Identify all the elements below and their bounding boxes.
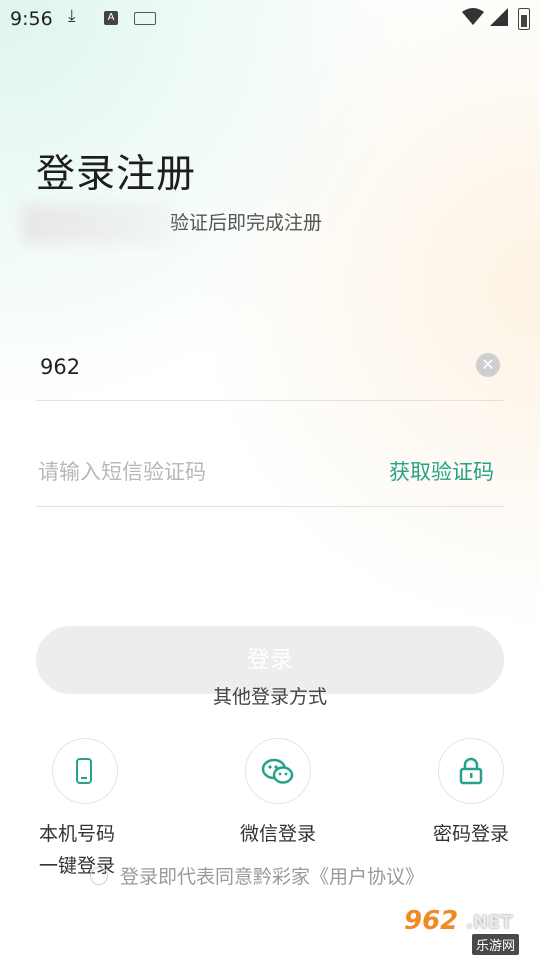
status-bar: 9:56 ⤓ A <box>0 0 540 36</box>
page-title: 登录注册 <box>36 152 197 197</box>
page-subtitle: 验证后即完成注册 <box>170 212 323 234</box>
download-icon: ⤓ <box>68 6 76 26</box>
battery-charging-icon <box>518 8 530 30</box>
status-time: 9:56 <box>10 8 53 30</box>
get-code-button[interactable]: 获取验证码 <box>389 456 494 486</box>
clear-icon[interactable]: ✕ <box>476 353 500 377</box>
text-a-icon: A <box>104 11 118 25</box>
wechat-login-button[interactable] <box>245 738 311 804</box>
phone-field-row: ✕ <box>36 334 504 401</box>
signal-icon <box>490 8 508 30</box>
agreement-text[interactable]: 登录即代表同意黔彩家《用户协议》 <box>120 866 424 888</box>
lock-icon <box>459 757 483 789</box>
wifi-icon <box>462 8 484 30</box>
method-label: 密码登录 <box>432 823 509 845</box>
password-login-button[interactable] <box>438 738 504 804</box>
watermark-logo: 962 .NET 乐游网 <box>404 904 532 956</box>
agreement-row: 登录即代表同意黔彩家《用户协议》 <box>90 862 424 889</box>
wechat-icon <box>261 757 295 791</box>
method-label: 微信登录 <box>239 823 316 845</box>
one-tap-login-button[interactable] <box>52 738 118 804</box>
phone-input[interactable] <box>40 350 440 384</box>
keyboard-icon <box>134 12 156 25</box>
phone-icon <box>76 758 92 784</box>
blurred-region <box>22 204 172 244</box>
method-wechat-login[interactable]: 微信登录 <box>218 738 338 850</box>
sms-code-input[interactable] <box>38 454 358 490</box>
agreement-checkbox[interactable] <box>90 867 108 885</box>
method-password-login[interactable]: 密码登录 <box>411 738 531 850</box>
method-one-tap-login[interactable]: 本机号码 一键登录 <box>25 738 145 882</box>
code-field-row: 获取验证码 <box>36 438 504 507</box>
other-methods-label: 其他登录方式 <box>212 686 327 708</box>
